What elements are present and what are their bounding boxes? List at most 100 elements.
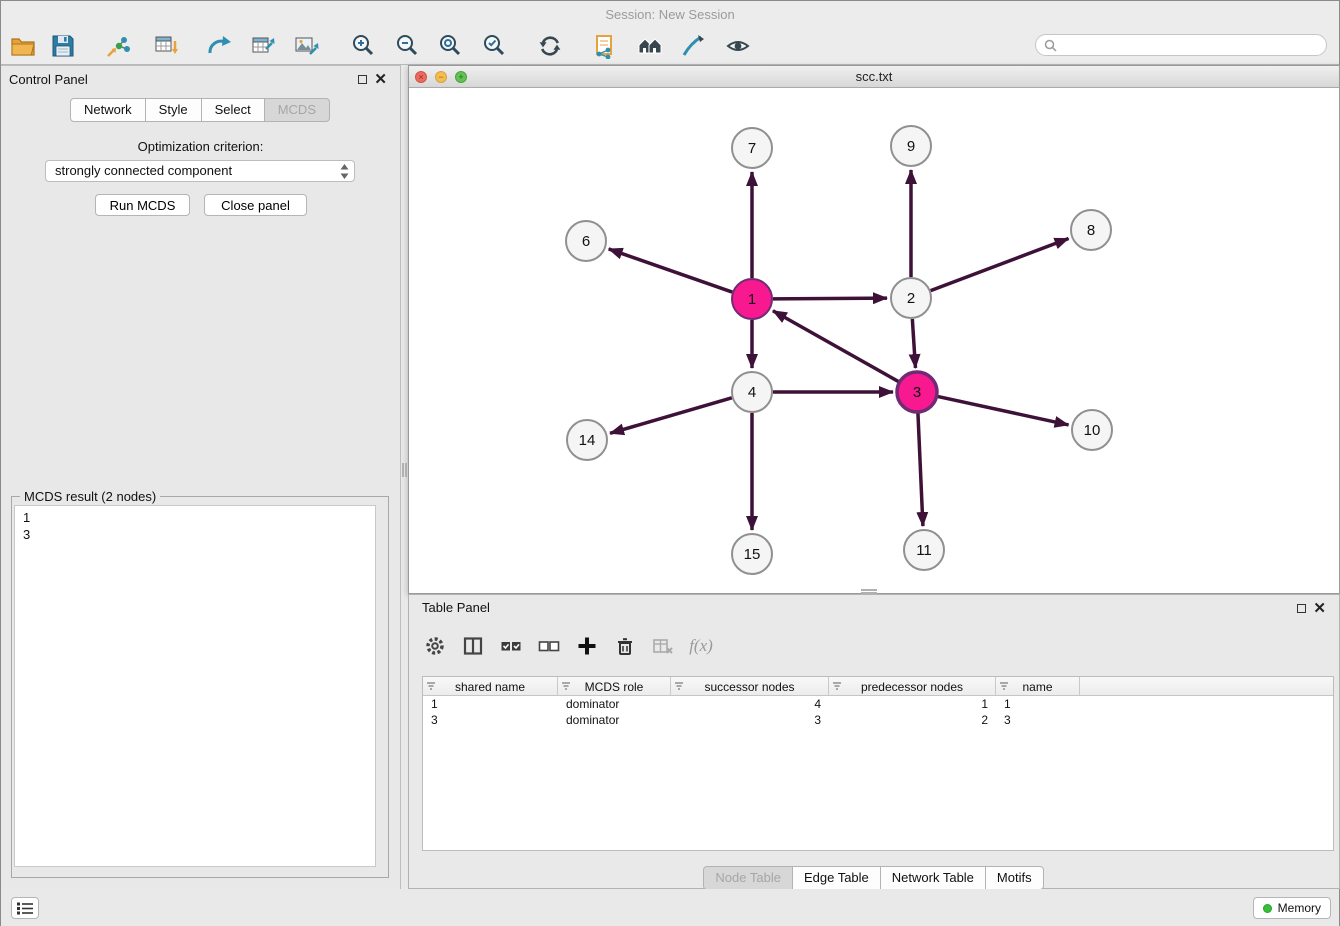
trash-icon	[614, 635, 636, 657]
cell-predecessor-nodes: 1	[829, 696, 996, 712]
memory-button[interactable]: Memory	[1253, 897, 1331, 919]
svg-text:9: 9	[907, 138, 915, 155]
export-image-button[interactable]	[293, 33, 319, 59]
apply-layout-button[interactable]	[537, 33, 563, 59]
task-history-button[interactable]	[11, 897, 39, 919]
close-window-button[interactable]: ×	[415, 71, 427, 83]
tab-network-table[interactable]: Network Table	[880, 866, 986, 890]
close-table-panel-button[interactable]: ✕	[1313, 595, 1326, 623]
open-session-button[interactable]	[10, 33, 36, 59]
network-graph[interactable]: 7 9 6 8 1 2 4 3 14 10 15 11	[409, 88, 1339, 593]
style-wand-button[interactable]	[680, 33, 706, 59]
tab-node-table[interactable]: Node Table	[703, 866, 793, 890]
column-header-predecessor-nodes[interactable]: predecessor nodes	[829, 677, 996, 696]
tab-select[interactable]: Select	[201, 98, 265, 122]
column-header-name[interactable]: name	[996, 677, 1080, 696]
column-header-filler	[1080, 677, 1333, 696]
graph-node-7[interactable]: 7	[732, 128, 772, 168]
svg-text:3: 3	[913, 384, 921, 401]
tab-style[interactable]: Style	[145, 98, 202, 122]
delete-column-button[interactable]	[613, 634, 637, 658]
column-header-successor-nodes[interactable]: successor nodes	[671, 677, 829, 696]
graph-node-8[interactable]: 8	[1071, 210, 1111, 250]
delete-table-button[interactable]	[651, 634, 675, 658]
window-title: Session: New Session	[605, 7, 734, 22]
network-overview-button[interactable]	[637, 33, 663, 59]
zoom-in-button[interactable]	[350, 33, 376, 59]
control-panel-tabs: NetworkStyleSelectMCDS	[1, 98, 400, 122]
export-network-button[interactable]	[206, 33, 232, 59]
tab-edge-table[interactable]: Edge Table	[792, 866, 881, 890]
import-network-button[interactable]	[106, 33, 132, 59]
graph-node-4[interactable]: 4	[732, 372, 772, 412]
graphics-details-button[interactable]	[725, 33, 751, 59]
zoom-out-button[interactable]	[394, 33, 420, 59]
save-session-button[interactable]	[50, 33, 76, 59]
mcds-result-area[interactable]: 13	[14, 505, 376, 867]
criterion-dropdown-value: strongly connected component	[55, 163, 232, 178]
graph-node-1[interactable]: 1	[732, 279, 772, 319]
search-input[interactable]	[1062, 38, 1318, 53]
graph-edge-1-2[interactable]	[773, 298, 887, 299]
maximize-window-button[interactable]: +	[455, 71, 467, 83]
close-panel-button[interactable]: ✕	[374, 66, 387, 94]
zoom-fit-button[interactable]	[437, 33, 463, 59]
zoom-selected-button[interactable]	[481, 33, 507, 59]
column-header-MCDS-role[interactable]: MCDS role	[558, 677, 671, 696]
graph-node-3[interactable]: 3	[897, 372, 937, 412]
criterion-dropdown[interactable]: strongly connected component	[45, 160, 355, 182]
vertical-splitter-handle[interactable]	[402, 463, 407, 477]
graph-edge-1-6[interactable]	[609, 249, 733, 292]
close-panel-action-button[interactable]: Close panel	[204, 194, 307, 216]
main-toolbar	[1, 28, 1339, 65]
graph-node-15[interactable]: 15	[732, 534, 772, 574]
graph-edge-2-8[interactable]	[931, 238, 1069, 290]
table-row[interactable]: 3dominator323	[423, 712, 1333, 728]
run-mcds-button[interactable]: Run MCDS	[95, 194, 190, 216]
tab-motifs[interactable]: Motifs	[985, 866, 1044, 890]
table-settings-button[interactable]	[423, 634, 447, 658]
float-panel-button[interactable]	[358, 75, 367, 84]
zoom-selected-icon	[481, 33, 507, 59]
graph-node-9[interactable]: 9	[891, 126, 931, 166]
graph-node-6[interactable]: 6	[566, 221, 606, 261]
fx-icon: f(x)	[689, 636, 713, 656]
graph-edge-3-1[interactable]	[773, 311, 899, 382]
svg-text:15: 15	[744, 546, 761, 563]
minimize-window-button[interactable]: −	[435, 71, 447, 83]
zoom-fit-icon	[437, 33, 463, 59]
graph-edge-3-11[interactable]	[918, 413, 923, 526]
column-header-shared-name[interactable]: shared name	[423, 677, 558, 696]
deselect-all-rows-button[interactable]	[537, 634, 561, 658]
graph-node-14[interactable]: 14	[567, 420, 607, 460]
network-canvas[interactable]: 7 9 6 8 1 2 4 3 14 10 15 11	[409, 88, 1339, 593]
show-columns-button[interactable]	[461, 634, 485, 658]
window-titlebar: Session: New Session	[1, 1, 1339, 28]
tab-mcds[interactable]: MCDS	[264, 98, 330, 122]
export-table-button[interactable]	[250, 33, 276, 59]
graph-node-2[interactable]: 2	[891, 278, 931, 318]
document-export-button[interactable]	[592, 33, 618, 59]
graph-edge-4-14[interactable]	[610, 398, 732, 433]
search-box[interactable]	[1035, 34, 1327, 56]
table-row[interactable]: 1dominator411	[423, 696, 1333, 712]
table-panel-header: Table Panel ✕	[409, 595, 1339, 621]
graph-edge-2-3[interactable]	[912, 319, 915, 368]
table-header-row: shared nameMCDS rolesuccessor nodesprede…	[423, 677, 1333, 696]
float-table-panel-button[interactable]	[1297, 604, 1306, 613]
tab-network[interactable]: Network	[70, 98, 146, 122]
graph-edge-3-10[interactable]	[938, 396, 1069, 424]
plus-icon	[576, 635, 598, 657]
svg-text:10: 10	[1084, 422, 1101, 439]
add-column-button[interactable]	[575, 634, 599, 658]
function-builder-button[interactable]: f(x)	[689, 634, 713, 658]
network-window-title: scc.txt	[856, 69, 893, 84]
memory-label: Memory	[1278, 901, 1321, 915]
select-all-rows-button[interactable]	[499, 634, 523, 658]
task-list-icon	[17, 902, 33, 915]
cell-successor-nodes: 4	[671, 696, 829, 712]
svg-text:8: 8	[1087, 222, 1095, 239]
graph-node-10[interactable]: 10	[1072, 410, 1112, 450]
graph-node-11[interactable]: 11	[904, 530, 944, 570]
import-table-button[interactable]	[153, 33, 179, 59]
